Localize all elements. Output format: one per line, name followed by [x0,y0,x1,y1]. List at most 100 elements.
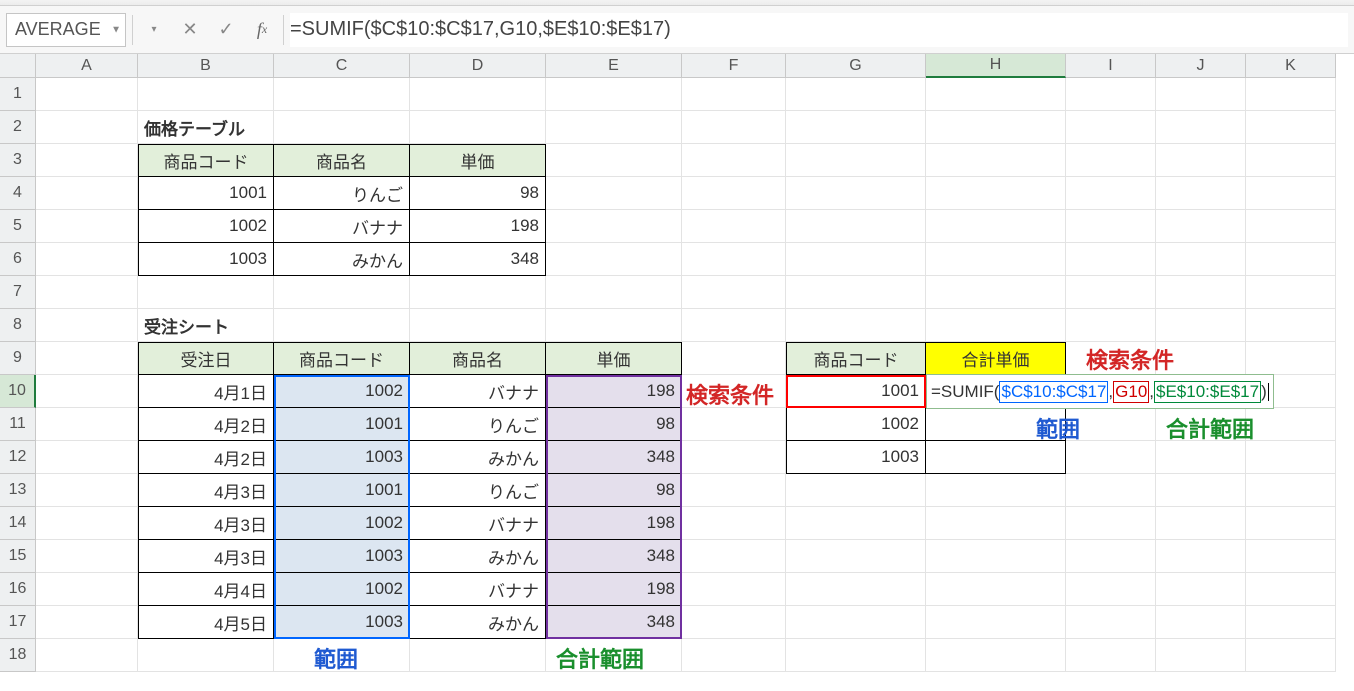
cell-C4[interactable]: りんご [274,177,410,210]
cell-J9[interactable] [1156,342,1246,375]
cell-E5[interactable] [546,210,682,243]
cell-I6[interactable] [1066,243,1156,276]
cell-G16[interactable] [786,573,926,606]
cell-F3[interactable] [682,144,786,177]
cell-A7[interactable] [36,276,138,309]
row-header-15[interactable]: 15 [0,540,36,573]
cell-D6[interactable]: 348 [410,243,546,276]
row-header-16[interactable]: 16 [0,573,36,606]
cell-I18[interactable] [1066,639,1156,672]
cell-E1[interactable] [546,78,682,111]
cell-F6[interactable] [682,243,786,276]
cell-B8[interactable]: 受注シート [138,309,274,342]
cell-K17[interactable] [1246,606,1336,639]
cell-K4[interactable] [1246,177,1336,210]
cell-K2[interactable] [1246,111,1336,144]
row-header-13[interactable]: 13 [0,474,36,507]
cell-F12[interactable] [682,441,786,474]
cell-B14[interactable]: 4月3日 [138,507,274,540]
cell-E17[interactable]: 348 [546,606,682,639]
cell-F1[interactable] [682,78,786,111]
cell-C2[interactable] [274,111,410,144]
cell-A3[interactable] [36,144,138,177]
inline-formula-editor[interactable]: =SUMIF( $C$10:$C$17 , G10 , $E$10:$E$17 … [926,374,1274,409]
cell-K1[interactable] [1246,78,1336,111]
cell-J17[interactable] [1156,606,1246,639]
cell-G14[interactable] [786,507,926,540]
row-header-14[interactable]: 14 [0,507,36,540]
select-all-corner[interactable] [0,54,36,78]
cell-A9[interactable] [36,342,138,375]
cell-K12[interactable] [1246,441,1336,474]
cell-H13[interactable] [926,474,1066,507]
cell-D18[interactable] [410,639,546,672]
cell-D16[interactable]: バナナ [410,573,546,606]
formula-input[interactable]: =SUMIF($C$10:$C$17,G10,$E$10:$E$17) [290,13,1348,47]
cell-C3[interactable]: 商品名 [274,144,410,177]
cell-I7[interactable] [1066,276,1156,309]
cell-C8[interactable] [274,309,410,342]
cell-E4[interactable] [546,177,682,210]
cell-E3[interactable] [546,144,682,177]
cell-E9[interactable]: 単価 [546,342,682,375]
cell-J7[interactable] [1156,276,1246,309]
cell-C16[interactable]: 1002 [274,573,410,606]
cell-E10[interactable]: 198 [546,375,682,408]
row-header-9[interactable]: 9 [0,342,36,375]
cell-B17[interactable]: 4月5日 [138,606,274,639]
cell-K5[interactable] [1246,210,1336,243]
cell-J14[interactable] [1156,507,1246,540]
name-box[interactable]: AVERAGE ▼ [6,13,126,47]
column-header-C[interactable]: C [274,54,410,78]
column-header-F[interactable]: F [682,54,786,78]
cell-K16[interactable] [1246,573,1336,606]
cell-K7[interactable] [1246,276,1336,309]
cell-B7[interactable] [138,276,274,309]
cell-J15[interactable] [1156,540,1246,573]
row-header-12[interactable]: 12 [0,441,36,474]
cell-F14[interactable] [682,507,786,540]
cell-D9[interactable]: 商品名 [410,342,546,375]
cell-F10[interactable] [682,375,786,408]
row-header-7[interactable]: 7 [0,276,36,309]
cell-F18[interactable] [682,639,786,672]
cell-E14[interactable]: 198 [546,507,682,540]
cell-E11[interactable]: 98 [546,408,682,441]
cell-A2[interactable] [36,111,138,144]
cell-F16[interactable] [682,573,786,606]
cell-A4[interactable] [36,177,138,210]
cell-G9[interactable]: 商品コード [786,342,926,375]
cell-C1[interactable] [274,78,410,111]
cell-J12[interactable] [1156,441,1246,474]
row-header-6[interactable]: 6 [0,243,36,276]
cell-G6[interactable] [786,243,926,276]
cell-E15[interactable]: 348 [546,540,682,573]
cell-B5[interactable]: 1002 [138,210,274,243]
cell-H17[interactable] [926,606,1066,639]
cell-D7[interactable] [410,276,546,309]
row-header-8[interactable]: 8 [0,309,36,342]
cell-H4[interactable] [926,177,1066,210]
cell-G5[interactable] [786,210,926,243]
cell-A6[interactable] [36,243,138,276]
enter-formula-icon[interactable]: ✓ [211,15,241,45]
cell-I16[interactable] [1066,573,1156,606]
cell-F8[interactable] [682,309,786,342]
cell-D10[interactable]: バナナ [410,375,546,408]
cell-B13[interactable]: 4月3日 [138,474,274,507]
cell-A15[interactable] [36,540,138,573]
cell-J3[interactable] [1156,144,1246,177]
row-header-1[interactable]: 1 [0,78,36,111]
cell-I1[interactable] [1066,78,1156,111]
cell-D11[interactable]: りんご [410,408,546,441]
cell-H11[interactable] [926,408,1066,441]
cell-E16[interactable]: 198 [546,573,682,606]
cell-E7[interactable] [546,276,682,309]
cell-A18[interactable] [36,639,138,672]
cell-H3[interactable] [926,144,1066,177]
cell-F7[interactable] [682,276,786,309]
dropdown-small-icon[interactable]: ▾ [139,15,169,45]
cell-K11[interactable] [1246,408,1336,441]
cell-C9[interactable]: 商品コード [274,342,410,375]
cell-K3[interactable] [1246,144,1336,177]
